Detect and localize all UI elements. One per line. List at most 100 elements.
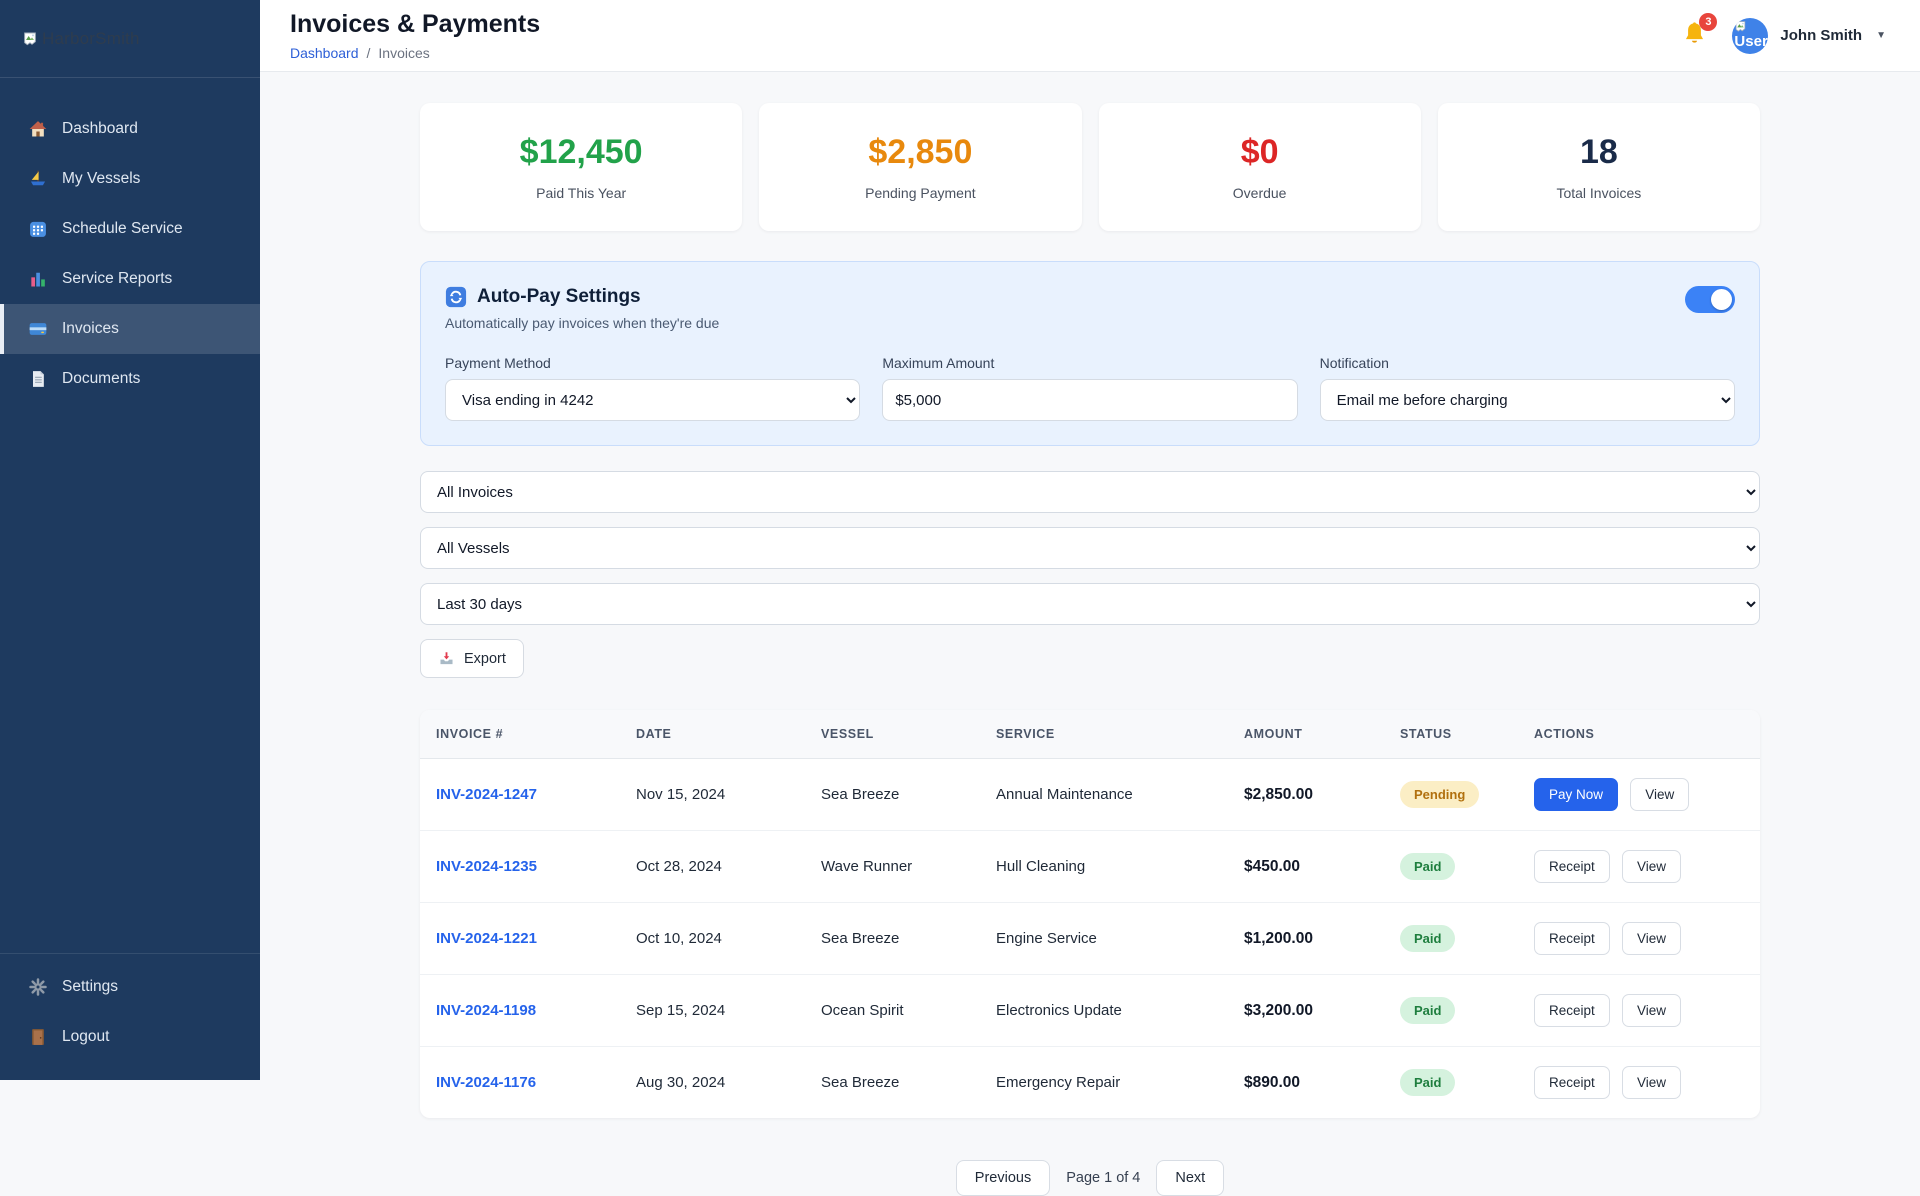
view-button[interactable]: View bbox=[1621, 1066, 1681, 1099]
app-layout: HarborSmith Dashboard My Vessels Schedul… bbox=[0, 0, 1920, 1196]
user-menu[interactable]: User John Smith ▼ bbox=[1732, 17, 1886, 54]
sidebar-item-service-reports[interactable]: Service Reports bbox=[0, 254, 260, 304]
sidebar-item-label: Dashboard bbox=[62, 120, 138, 137]
maximum-amount-field: Maximum Amount bbox=[882, 355, 1298, 421]
invoice-vessel: Wave Runner bbox=[805, 830, 980, 903]
invoice-amount: $3,200.00 bbox=[1228, 974, 1384, 1047]
filters: All Invoices All Vessels Last 30 days Ex… bbox=[420, 471, 1760, 678]
sidebar-item-label: Service Reports bbox=[62, 270, 173, 287]
notification-count-badge: 3 bbox=[1699, 12, 1718, 31]
invoice-link[interactable]: INV-2024-1235 bbox=[436, 858, 537, 875]
payment-method-label: Payment Method bbox=[445, 355, 551, 371]
refresh-icon bbox=[445, 286, 467, 308]
maximum-amount-label: Maximum Amount bbox=[882, 355, 995, 371]
sidebar-item-label: Settings bbox=[62, 978, 119, 995]
receipt-button[interactable]: Receipt bbox=[1534, 850, 1610, 883]
view-button[interactable]: View bbox=[1621, 994, 1681, 1027]
invoice-vessel: Sea Breeze bbox=[805, 902, 980, 975]
invoice-link[interactable]: INV-2024-1247 bbox=[436, 786, 537, 803]
table-row: INV-2024-1247 Nov 15, 2024 Sea Breeze An… bbox=[420, 759, 1760, 831]
card-label: Overdue bbox=[1232, 185, 1287, 201]
page-header: Invoices & Payments Dashboard / Invoices… bbox=[260, 0, 1920, 72]
sidebar-item-schedule-service[interactable]: Schedule Service bbox=[0, 204, 260, 254]
view-button[interactable]: View bbox=[1621, 850, 1681, 883]
sidebar-item-label: Documents bbox=[62, 370, 141, 387]
card-label: Pending Payment bbox=[865, 185, 976, 201]
notifications-button[interactable]: 3 bbox=[1681, 12, 1718, 52]
broken-image-icon bbox=[1734, 20, 1747, 33]
table-row: INV-2024-1235 Oct 28, 2024 Wave Runner H… bbox=[420, 830, 1760, 903]
user-name: John Smith bbox=[1780, 27, 1863, 44]
table-row: INV-2024-1198 Sep 15, 2024 Ocean Spirit … bbox=[420, 974, 1760, 1047]
payment-method-field: Payment Method Visa ending in 4242 bbox=[445, 355, 861, 421]
invoice-link[interactable]: INV-2024-1176 bbox=[436, 1074, 536, 1091]
sidebar-item-dashboard[interactable]: Dashboard bbox=[0, 104, 260, 154]
table-row: INV-2024-1221 Oct 10, 2024 Sea Breeze En… bbox=[420, 902, 1760, 975]
autopay-settings-panel: Auto-Pay Settings Automatically pay invo… bbox=[420, 261, 1760, 446]
credit-card-icon bbox=[28, 319, 48, 339]
sidebar-item-logout[interactable]: Logout bbox=[0, 1012, 260, 1062]
vessel-filter[interactable]: All Vessels bbox=[420, 527, 1760, 569]
view-button[interactable]: View bbox=[1621, 922, 1681, 955]
gear-icon bbox=[28, 977, 48, 997]
bar-chart-icon bbox=[28, 269, 48, 289]
card-value: $2,850 bbox=[868, 133, 973, 171]
status-badge: Paid bbox=[1400, 997, 1456, 1024]
card-value: $0 bbox=[1240, 133, 1279, 171]
autopay-subtitle: Automatically pay invoices when they're … bbox=[445, 315, 720, 331]
pay-now-button[interactable]: Pay Now bbox=[1534, 778, 1619, 811]
receipt-button[interactable]: Receipt bbox=[1534, 1066, 1610, 1099]
autopay-toggle[interactable] bbox=[1685, 286, 1735, 313]
sidebar-item-documents[interactable]: Documents bbox=[0, 354, 260, 404]
payment-method-select[interactable]: Visa ending in 4242 bbox=[445, 379, 861, 421]
column-header-vessel: Vessel bbox=[805, 710, 980, 759]
maximum-amount-input[interactable] bbox=[882, 379, 1298, 421]
invoice-service: Electronics Update bbox=[980, 974, 1228, 1047]
invoice-date: Oct 10, 2024 bbox=[620, 902, 805, 975]
card-value: $12,450 bbox=[519, 133, 643, 171]
sidebar-nav: Dashboard My Vessels Schedule Service Se… bbox=[0, 78, 260, 404]
date-range-filter[interactable]: Last 30 days bbox=[420, 583, 1760, 625]
export-button[interactable]: Export bbox=[420, 639, 524, 678]
view-button[interactable]: View bbox=[1630, 778, 1690, 811]
invoice-amount: $1,200.00 bbox=[1228, 902, 1384, 975]
status-badge: Paid bbox=[1400, 925, 1456, 952]
invoice-amount: $890.00 bbox=[1228, 1046, 1384, 1118]
sidebar-item-settings[interactable]: Settings bbox=[0, 962, 260, 1012]
chevron-down-icon: ▼ bbox=[1876, 30, 1886, 41]
next-page-button[interactable]: Next bbox=[1156, 1160, 1225, 1196]
invoice-link[interactable]: INV-2024-1198 bbox=[436, 1002, 536, 1019]
invoices-table: Invoice # Date Vessel Service Amount Sta… bbox=[420, 710, 1760, 1118]
invoice-status-filter[interactable]: All Invoices bbox=[420, 471, 1760, 513]
column-header-amount: Amount bbox=[1228, 710, 1384, 759]
column-header-actions: Actions bbox=[1518, 710, 1760, 759]
document-icon bbox=[28, 369, 48, 389]
previous-page-button[interactable]: Previous bbox=[955, 1160, 1051, 1196]
invoice-amount: $450.00 bbox=[1228, 830, 1384, 903]
summary-cards: $12,450 Paid This Year $2,850 Pending Pa… bbox=[420, 103, 1760, 231]
brand-name: HarborSmith bbox=[42, 28, 140, 48]
invoice-service: Hull Cleaning bbox=[980, 830, 1228, 903]
table-header-row: Invoice # Date Vessel Service Amount Sta… bbox=[420, 710, 1760, 759]
invoice-amount: $2,850.00 bbox=[1244, 785, 1313, 803]
pagination: Previous Page 1 of 4 Next bbox=[420, 1160, 1760, 1196]
invoice-vessel: Sea Breeze bbox=[821, 786, 900, 803]
page-status: Page 1 of 4 bbox=[1066, 1170, 1141, 1186]
sidebar: HarborSmith Dashboard My Vessels Schedul… bbox=[0, 0, 260, 1080]
receipt-button[interactable]: Receipt bbox=[1534, 922, 1610, 955]
notification-select[interactable]: Email me before charging bbox=[1319, 379, 1735, 421]
invoice-link[interactable]: INV-2024-1221 bbox=[436, 930, 537, 947]
sailboat-icon bbox=[28, 169, 48, 189]
column-header-service: Service bbox=[980, 710, 1228, 759]
breadcrumb-link-dashboard[interactable]: Dashboard bbox=[290, 45, 359, 61]
sidebar-item-label: Logout bbox=[62, 1028, 110, 1045]
avatar: User bbox=[1732, 17, 1769, 54]
invoice-service: Annual Maintenance bbox=[996, 786, 1133, 803]
sidebar-item-invoices[interactable]: Invoices bbox=[0, 304, 260, 354]
avatar-alt-text: User bbox=[1734, 32, 1768, 50]
card-paid-this-year: $12,450 Paid This Year bbox=[420, 103, 743, 231]
sidebar-footer: Settings Logout bbox=[0, 953, 260, 1062]
receipt-button[interactable]: Receipt bbox=[1534, 994, 1610, 1027]
status-badge: Paid bbox=[1400, 1069, 1456, 1096]
sidebar-item-my-vessels[interactable]: My Vessels bbox=[0, 154, 260, 204]
